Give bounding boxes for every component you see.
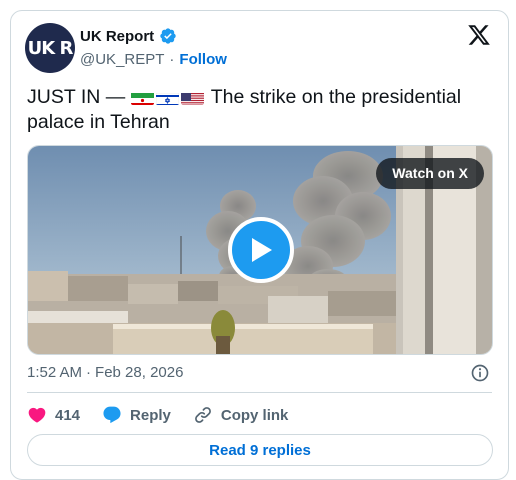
play-button[interactable] (228, 217, 294, 283)
info-icon[interactable] (470, 363, 490, 383)
author-handle-row: @UK_REPT · Follow (80, 51, 227, 68)
copy-link-label: Copy link (220, 406, 289, 424)
play-icon (252, 238, 272, 262)
tweet-date: Feb 28, 2026 (95, 364, 184, 381)
divider (27, 392, 492, 393)
israel-flag-icon (155, 90, 179, 105)
iran-flag-icon (130, 90, 154, 105)
read-replies-button[interactable]: Read 9 replies (27, 434, 493, 466)
heart-icon (28, 407, 46, 423)
reply-bubble-icon (103, 406, 121, 424)
author-name-row: UK Report (80, 27, 177, 45)
avatar-logo-text: UK R (27, 37, 74, 59)
avatar[interactable]: UK R (25, 23, 75, 73)
video-media[interactable]: Watch on X (27, 145, 493, 355)
us-flag-icon (180, 90, 204, 105)
copy-link-button[interactable]: Copy link (193, 405, 289, 425)
tweet-text: JUST IN — The strike on the presidential… (27, 85, 497, 135)
tweet-card: UK R UK Report @UK_REPT · Follow JUST IN… (10, 10, 509, 480)
tweet-timestamp[interactable]: 1:52 AM · Feb 28, 2026 (27, 364, 183, 381)
follow-link[interactable]: Follow (179, 51, 227, 68)
tweet-text-lead: JUST IN — (27, 86, 126, 108)
timestamp-separator: · (86, 364, 92, 381)
reply-label: Reply (130, 406, 171, 424)
watch-on-x-button[interactable]: Watch on X (376, 158, 484, 189)
link-icon (194, 407, 211, 423)
author-display-name[interactable]: UK Report (80, 28, 154, 45)
tweet-time: 1:52 AM (27, 364, 83, 381)
action-bar: 414 Reply Copy link (27, 404, 310, 426)
reply-button[interactable]: Reply (102, 405, 171, 425)
like-button[interactable]: 414 (27, 405, 80, 425)
handle-separator: · (169, 51, 175, 68)
x-logo-icon[interactable] (467, 23, 491, 47)
author-handle[interactable]: @UK_REPT (80, 51, 164, 68)
verified-badge-icon (160, 28, 176, 44)
likes-count: 414 (55, 406, 81, 424)
